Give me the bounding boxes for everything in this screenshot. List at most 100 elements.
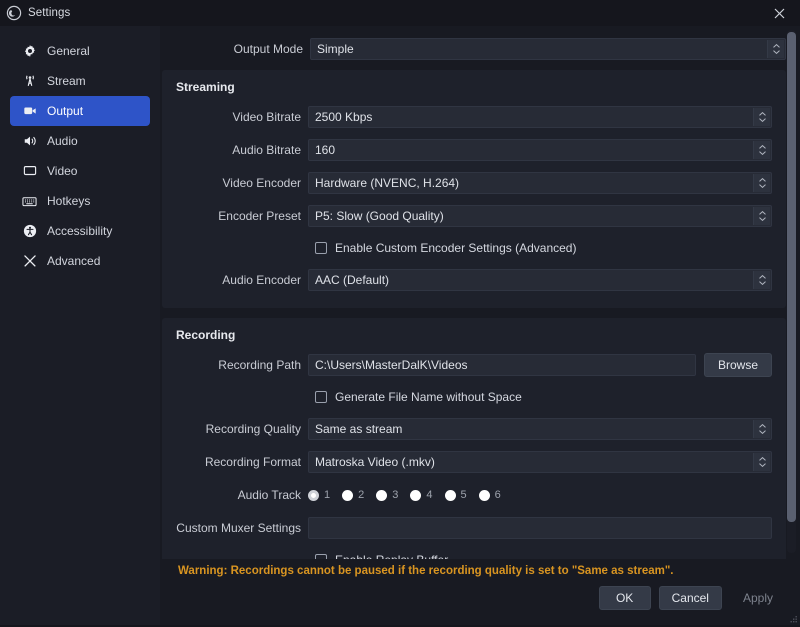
generate-filename-label[interactable]: Generate File Name without Space bbox=[335, 390, 522, 404]
custom-encoder-settings-row: Enable Custom Encoder Settings (Advanced… bbox=[176, 238, 772, 258]
recording-format-value: Matroska Video (.mkv) bbox=[315, 455, 435, 469]
settings-content: Output Mode Simple Streaming Video Bitra… bbox=[160, 26, 800, 625]
audio-encoder-select[interactable]: AAC (Default) bbox=[308, 269, 772, 291]
video-encoder-spinner[interactable] bbox=[753, 174, 770, 192]
encoder-preset-label: Encoder Preset bbox=[218, 209, 301, 223]
streaming-panel-title: Streaming bbox=[176, 80, 235, 94]
ok-button[interactable]: OK bbox=[598, 586, 651, 610]
recording-quality-label: Recording Quality bbox=[205, 422, 301, 436]
sidebar-item-output[interactable]: Output bbox=[10, 96, 150, 126]
output-settings-scroll-area: Output Mode Simple Streaming Video Bitra… bbox=[160, 26, 800, 559]
browse-button[interactable]: Browse bbox=[704, 353, 772, 377]
audio-encoder-spinner[interactable] bbox=[753, 271, 770, 289]
audio-track-radio-label: 2 bbox=[358, 489, 365, 501]
streaming-panel: Streaming Video Bitrate 2500 Kbps Audio … bbox=[162, 70, 786, 308]
recording-panel: Recording Recording Path C:\Users\Master… bbox=[162, 318, 786, 559]
sidebar-item-label: Advanced bbox=[47, 254, 101, 268]
radio-dot-icon bbox=[478, 489, 490, 501]
sidebar-item-stream[interactable]: Stream bbox=[10, 66, 150, 96]
audio-track-radio-6[interactable]: 6 bbox=[478, 489, 501, 501]
custom-muxer-input[interactable] bbox=[308, 517, 772, 539]
output-mode-select[interactable]: Simple bbox=[310, 38, 786, 60]
keyboard-icon bbox=[22, 194, 37, 209]
sidebar-item-label: Hotkeys bbox=[47, 194, 91, 208]
sidebar-item-general[interactable]: General bbox=[10, 36, 150, 66]
audio-track-radio-1[interactable]: 1 bbox=[308, 489, 330, 501]
replay-buffer-label[interactable]: Enable Replay Buffer bbox=[335, 553, 448, 559]
sidebar-item-advanced[interactable]: Advanced bbox=[10, 246, 150, 276]
recording-format-spinner[interactable] bbox=[753, 453, 770, 471]
radio-dot-icon bbox=[376, 489, 388, 501]
radio-dot-icon bbox=[308, 489, 319, 501]
speaker-icon bbox=[22, 134, 37, 149]
audio-bitrate-spinner[interactable] bbox=[753, 141, 770, 159]
sidebar-item-label: Audio bbox=[47, 134, 78, 148]
custom-encoder-settings-label[interactable]: Enable Custom Encoder Settings (Advanced… bbox=[335, 241, 576, 255]
sidebar-item-label: General bbox=[47, 44, 90, 58]
close-icon[interactable] bbox=[758, 0, 800, 26]
radio-dot-icon bbox=[342, 489, 354, 501]
custom-encoder-settings-checkbox[interactable] bbox=[315, 242, 327, 254]
video-encoder-label: Video Encoder bbox=[222, 176, 301, 190]
video-bitrate-spinner[interactable] bbox=[753, 108, 770, 126]
recording-format-select[interactable]: Matroska Video (.mkv) bbox=[308, 451, 772, 473]
monitor-icon bbox=[22, 164, 37, 179]
video-encoder-value: Hardware (NVENC, H.264) bbox=[315, 176, 460, 190]
video-bitrate-value: 2500 Kbps bbox=[315, 110, 373, 124]
radio-dot-icon bbox=[410, 489, 422, 501]
audio-track-radio-label: 3 bbox=[392, 489, 399, 501]
content-scrollbar[interactable] bbox=[787, 30, 796, 553]
apply-button[interactable]: Apply bbox=[730, 586, 786, 610]
audio-bitrate-select[interactable]: 160 bbox=[308, 139, 772, 161]
recording-quality-row: Recording Quality Same as stream bbox=[176, 418, 772, 440]
recording-quality-select[interactable]: Same as stream bbox=[308, 418, 772, 440]
audio-track-radio-5[interactable]: 5 bbox=[444, 489, 467, 501]
audio-track-radio-label: 6 bbox=[494, 489, 501, 501]
encoder-preset-value: P5: Slow (Good Quality) bbox=[315, 209, 444, 223]
audio-track-radio-4[interactable]: 4 bbox=[410, 489, 433, 501]
generate-filename-checkbox[interactable] bbox=[315, 391, 327, 403]
video-encoder-row: Video Encoder Hardware (NVENC, H.264) bbox=[176, 172, 772, 194]
audio-track-radio-2[interactable]: 2 bbox=[342, 489, 364, 501]
recording-path-row: Recording Path C:\Users\MasterDalK\Video… bbox=[176, 353, 772, 377]
custom-muxer-label: Custom Muxer Settings bbox=[176, 521, 301, 535]
gear-icon bbox=[22, 44, 37, 59]
video-bitrate-label: Video Bitrate bbox=[232, 110, 302, 124]
warning-message: Warning: Recordings cannot be paused if … bbox=[178, 565, 674, 577]
encoder-preset-spinner[interactable] bbox=[753, 207, 770, 225]
tools-icon bbox=[22, 254, 37, 269]
sidebar-item-hotkeys[interactable]: Hotkeys bbox=[10, 186, 150, 216]
video-encoder-select[interactable]: Hardware (NVENC, H.264) bbox=[308, 172, 772, 194]
recording-quality-spinner[interactable] bbox=[753, 420, 770, 438]
replay-buffer-checkbox[interactable] bbox=[315, 554, 327, 559]
recording-path-label: Recording Path bbox=[218, 358, 301, 372]
radio-dot-icon bbox=[444, 489, 456, 501]
audio-track-label: Audio Track bbox=[237, 488, 301, 502]
recording-panel-title: Recording bbox=[176, 328, 236, 342]
sidebar-item-label: Output bbox=[47, 104, 84, 118]
recording-format-label: Recording Format bbox=[204, 455, 301, 469]
video-bitrate-row: Video Bitrate 2500 Kbps bbox=[176, 106, 772, 128]
recording-path-input[interactable]: C:\Users\MasterDalK\Videos bbox=[308, 354, 696, 376]
custom-muxer-row: Custom Muxer Settings bbox=[176, 517, 772, 539]
output-screen-icon bbox=[22, 104, 37, 119]
encoder-preset-row: Encoder Preset P5: Slow (Good Quality) bbox=[176, 205, 772, 227]
sidebar-item-video[interactable]: Video bbox=[10, 156, 150, 186]
output-mode-value: Simple bbox=[317, 42, 354, 56]
video-bitrate-input[interactable]: 2500 Kbps bbox=[308, 106, 772, 128]
content-scrollbar-thumb[interactable] bbox=[787, 32, 796, 522]
output-mode-section: Output Mode Simple bbox=[160, 26, 800, 70]
audio-track-radio-3[interactable]: 3 bbox=[376, 489, 398, 501]
resize-grip[interactable] bbox=[788, 613, 798, 623]
sidebar-item-accessibility[interactable]: Accessibility bbox=[10, 216, 150, 246]
encoder-preset-select[interactable]: P5: Slow (Good Quality) bbox=[308, 205, 772, 227]
output-mode-label: Output Mode bbox=[233, 42, 303, 56]
sidebar-item-audio[interactable]: Audio bbox=[10, 126, 150, 156]
output-mode-spinner[interactable] bbox=[767, 40, 784, 58]
cancel-button[interactable]: Cancel bbox=[658, 586, 722, 610]
audio-track-radio-label: 4 bbox=[426, 489, 433, 501]
audio-bitrate-row: Audio Bitrate 160 bbox=[176, 139, 772, 161]
dialog-button-row: OK Cancel Apply bbox=[174, 577, 786, 610]
output-mode-row: Output Mode Simple bbox=[162, 38, 786, 60]
sidebar-item-label: Video bbox=[47, 164, 78, 178]
